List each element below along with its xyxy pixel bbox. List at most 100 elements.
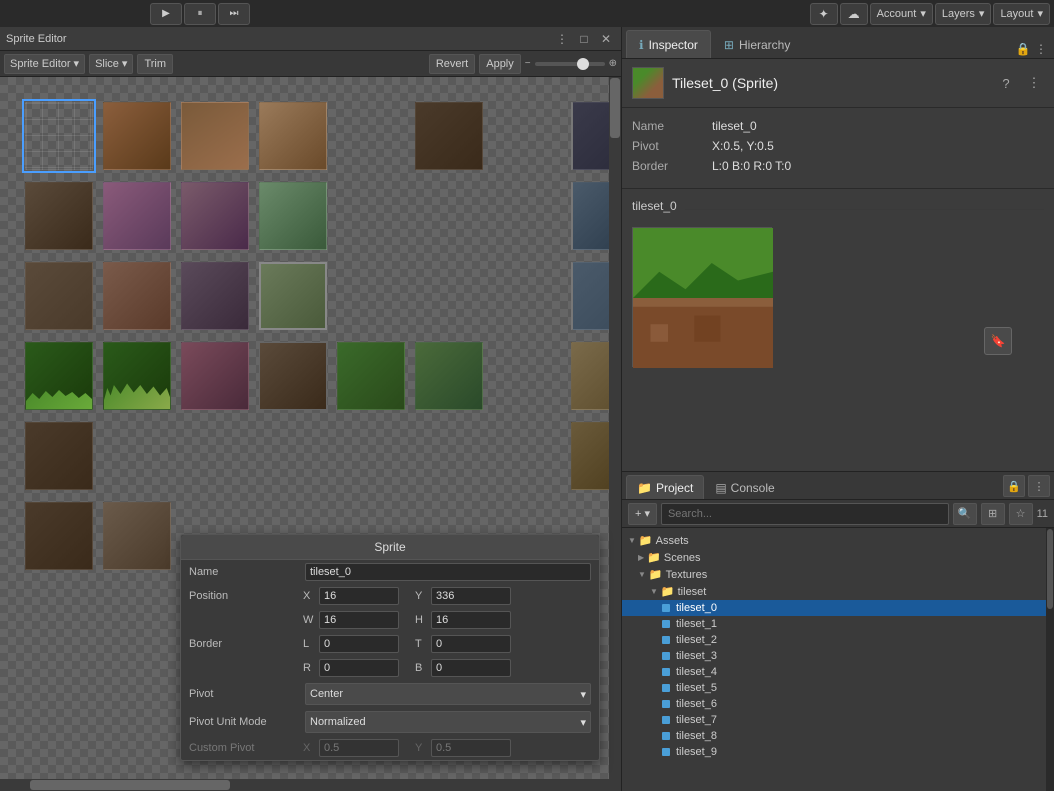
tree-item-tileset-2[interactable]: tileset_2: [622, 632, 1046, 648]
project-menu-icon[interactable]: ⋮: [1028, 475, 1050, 497]
inspector-lock-icon[interactable]: 🔒: [1014, 40, 1032, 58]
sprite-cell[interactable]: [103, 342, 171, 410]
tree-item-assets[interactable]: ▼ 📁 Assets: [622, 532, 1046, 549]
tab-hierarchy[interactable]: ⊞ Hierarchy: [711, 30, 803, 58]
pause-button[interactable]: ⏸: [184, 3, 216, 25]
border-r-input[interactable]: [319, 659, 399, 677]
sprite-cell[interactable]: [571, 342, 609, 410]
tree-item-tileset-5[interactable]: tileset_5: [622, 680, 1046, 696]
sprite-cell[interactable]: [571, 102, 609, 170]
sprite-cell[interactable]: [181, 342, 249, 410]
tree-item-tileset-3[interactable]: tileset_3: [622, 648, 1046, 664]
sprite-cell[interactable]: [25, 502, 93, 570]
layout-dropdown[interactable]: Layout ▾: [993, 3, 1050, 25]
sprite-cell[interactable]: [259, 262, 327, 330]
sprite-cell[interactable]: [181, 262, 249, 330]
tree-item-tileset-7[interactable]: tileset_7: [622, 712, 1046, 728]
sprite-cell[interactable]: [103, 502, 171, 570]
tileset8-label: tileset_8: [676, 730, 717, 742]
pivot-dropdown[interactable]: Center ▾: [305, 683, 591, 705]
zoom-thumb[interactable]: [577, 58, 589, 70]
sprite-cell[interactable]: [259, 342, 327, 410]
sprite-cell[interactable]: [181, 102, 249, 170]
bookmark-button[interactable]: 🔖: [984, 327, 1012, 355]
add-asset-button[interactable]: + ▾: [628, 503, 657, 525]
tree-item-tileset-6[interactable]: tileset_6: [622, 696, 1046, 712]
sprite-editor-menu-icon[interactable]: ⋮: [553, 30, 571, 48]
sprite-editor-lock-icon[interactable]: □: [575, 30, 593, 48]
tileset1-label: tileset_1: [676, 618, 717, 630]
apply-button[interactable]: Apply: [479, 54, 521, 74]
account-dropdown[interactable]: Account ▾: [870, 3, 933, 25]
sprite-cell[interactable]: [25, 182, 93, 250]
layers-dropdown[interactable]: Layers ▾: [935, 3, 992, 25]
border-l-input[interactable]: [319, 635, 399, 653]
step-button[interactable]: ⏭: [218, 3, 250, 25]
sprite-cell[interactable]: [415, 102, 483, 170]
pos-w-input[interactable]: [319, 611, 399, 629]
sprite-cell[interactable]: [571, 422, 609, 490]
sprite-cell[interactable]: [25, 422, 93, 490]
filter-icon-btn[interactable]: ⊞: [981, 503, 1005, 525]
vertical-scrollbar[interactable]: [609, 77, 621, 791]
sprite-cell[interactable]: [259, 102, 327, 170]
sprite-cell[interactable]: [571, 182, 609, 250]
pivot-prop-value: X:0.5, Y:0.5: [712, 139, 774, 153]
tree-item-tileset-9[interactable]: tileset_9: [622, 744, 1046, 760]
cloud-icon[interactable]: ☁: [840, 3, 868, 25]
sprite-cell[interactable]: [415, 342, 483, 410]
custom-x-input[interactable]: [319, 739, 399, 757]
tab-inspector[interactable]: ℹ Inspector: [626, 30, 711, 58]
tab-project[interactable]: 📁 Project: [626, 475, 704, 499]
pos-x-input[interactable]: [319, 587, 399, 605]
zoom-out-icon[interactable]: −: [525, 58, 531, 69]
trim-button[interactable]: Trim: [137, 54, 173, 74]
tree-item-textures[interactable]: ▼ 📁 Textures: [622, 566, 1046, 583]
collab-icon[interactable]: ✦: [810, 3, 838, 25]
play-button[interactable]: ▶: [150, 3, 182, 25]
project-search-input[interactable]: [661, 503, 949, 525]
tab-console[interactable]: ▤ Console: [704, 475, 785, 499]
sprite-cell[interactable]: [103, 262, 171, 330]
pos-y-input[interactable]: [431, 587, 511, 605]
inspector-menu-btn[interactable]: ⋮: [1024, 73, 1044, 93]
tree-item-tileset-0[interactable]: tileset_0: [622, 600, 1046, 616]
sprite-editor-dropdown[interactable]: Sprite Editor ▾: [4, 54, 85, 74]
popup-title: Sprite: [181, 535, 599, 560]
help-icon[interactable]: ?: [996, 73, 1016, 93]
border-t-input[interactable]: [431, 635, 511, 653]
border-b-input[interactable]: [431, 659, 511, 677]
sprite-cell[interactable]: [103, 102, 171, 170]
sprite-cell[interactable]: [571, 262, 609, 330]
sprite-cell[interactable]: [25, 262, 93, 330]
sprite-editor-close-icon[interactable]: ✕: [597, 30, 615, 48]
v-scrollbar-thumb[interactable]: [610, 78, 620, 138]
sprite-cell[interactable]: [25, 342, 93, 410]
slice-dropdown[interactable]: Slice ▾: [89, 54, 133, 74]
pos-h-input[interactable]: [431, 611, 511, 629]
revert-button[interactable]: Revert: [429, 54, 475, 74]
sort-icon-btn[interactable]: ☆: [1009, 503, 1033, 525]
tree-item-scenes[interactable]: ▶ 📁 Scenes: [622, 549, 1046, 566]
project-lock-icon[interactable]: 🔒: [1003, 475, 1025, 497]
sprite-cell[interactable]: [181, 182, 249, 250]
name-input[interactable]: [305, 563, 591, 581]
inspector-menu-icon[interactable]: ⋮: [1032, 40, 1050, 58]
sprite-cell[interactable]: [103, 182, 171, 250]
project-scrollbar[interactable]: [1046, 528, 1054, 791]
sprite-cell[interactable]: [259, 182, 327, 250]
custom-y-input[interactable]: [431, 739, 511, 757]
tree-item-tileset-8[interactable]: tileset_8: [622, 728, 1046, 744]
project-scrollbar-thumb[interactable]: [1047, 529, 1053, 609]
horizontal-scrollbar[interactable]: [0, 779, 609, 791]
pivot-unit-dropdown[interactable]: Normalized ▾: [305, 711, 591, 733]
sprite-thumbnail: [632, 67, 664, 99]
sprite-cell[interactable]: [25, 102, 93, 170]
tree-item-tileset-4[interactable]: tileset_4: [622, 664, 1046, 680]
h-scrollbar-thumb[interactable]: [30, 780, 230, 790]
tree-item-tileset-folder[interactable]: ▼ 📁 tileset: [622, 583, 1046, 600]
search-icon-btn[interactable]: 🔍: [953, 503, 977, 525]
tree-item-tileset-1[interactable]: tileset_1: [622, 616, 1046, 632]
zoom-icon[interactable]: ⊕: [609, 58, 617, 69]
sprite-cell[interactable]: [337, 342, 405, 410]
